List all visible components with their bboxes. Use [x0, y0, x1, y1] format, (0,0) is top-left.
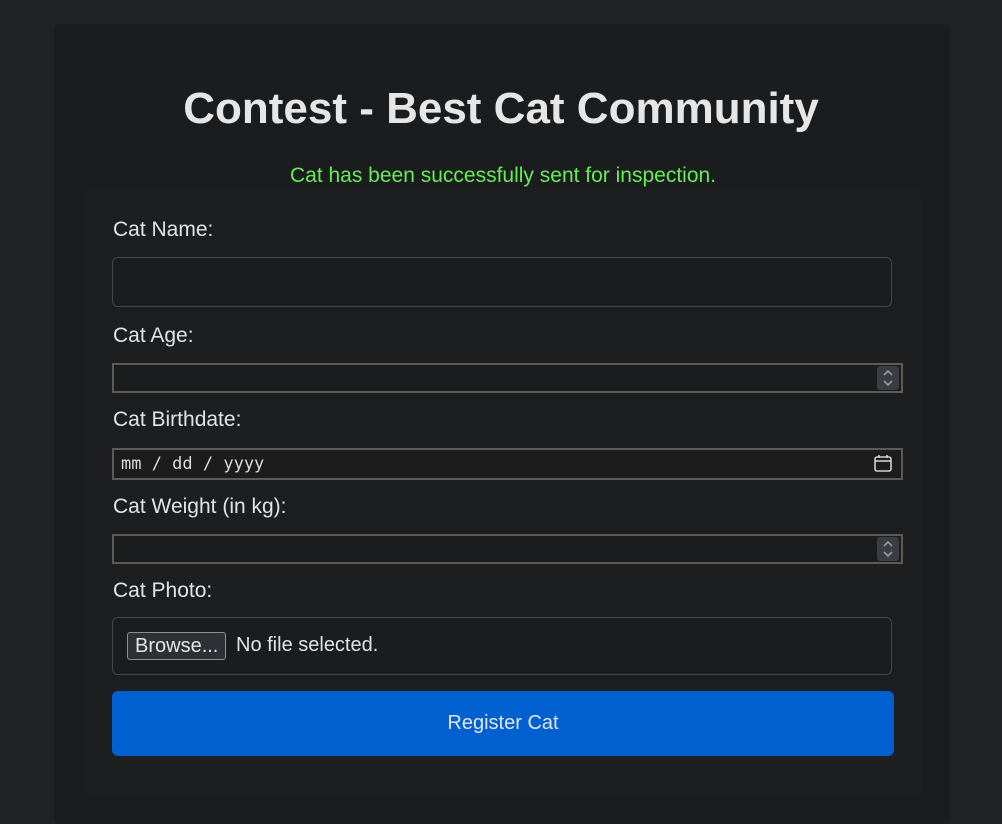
cat-name-input[interactable] [112, 257, 892, 307]
spinner-icon[interactable] [877, 366, 899, 390]
no-file-text: No file selected. [236, 634, 379, 656]
cat-age-label: Cat Age: [113, 324, 194, 347]
cat-birthdate-input[interactable]: mm / dd / yyyy [112, 448, 903, 480]
cat-photo-label: Cat Photo: [113, 579, 213, 602]
browse-button[interactable]: Browse... [127, 632, 227, 660]
cat-name-label: Cat Name: [113, 218, 214, 241]
cat-birthdate-label: Cat Birthdate: [113, 408, 242, 431]
register-cat-button[interactable]: Register Cat [112, 691, 894, 756]
cat-weight-input[interactable] [112, 534, 903, 564]
cat-weight-label: Cat Weight (in kg): [113, 495, 287, 518]
page-title: Contest - Best Cat Community [183, 84, 819, 133]
calendar-icon[interactable] [873, 453, 893, 478]
cat-age-input[interactable] [112, 363, 903, 393]
birthdate-placeholder: mm / dd / yyyy [121, 454, 265, 474]
success-message: Cat has been successfully sent for inspe… [289, 164, 717, 187]
cat-photo-input[interactable]: Browse... No file selected. [112, 617, 892, 675]
spinner-icon[interactable] [877, 537, 899, 561]
